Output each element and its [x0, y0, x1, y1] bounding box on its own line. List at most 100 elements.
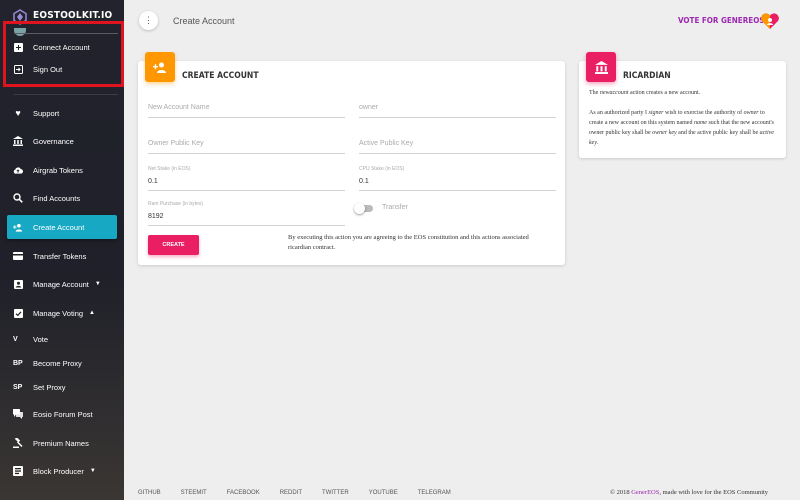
sidebar-item-label: Support	[33, 108, 60, 118]
active-public-key-placeholder: Active Public Key	[359, 140, 414, 147]
abbr-label: BP	[13, 359, 23, 367]
bank-icon	[13, 136, 23, 146]
net-stake-value: 0.1	[148, 178, 158, 185]
sidebar-item-label: Block Producer	[33, 466, 84, 476]
sidebar-item-label: Airgrab Tokens	[33, 165, 83, 175]
card-title: RICARDIAN	[623, 71, 671, 81]
net-stake-field[interactable]: Net Stake (in EOS) 0.1	[148, 166, 345, 191]
sidebar-item-label: Premium Names	[33, 438, 89, 448]
sidebar-item-label: Manage Account	[33, 279, 89, 289]
footer-link-twitter[interactable]: TWITTER	[322, 490, 349, 496]
chevron-down-icon: ▼	[89, 468, 96, 474]
card-title: CREATE ACCOUNT	[182, 71, 259, 81]
text: action creates a new account.	[628, 90, 701, 96]
cpu-stake-field[interactable]: CPU Stake (in EOS) 0.1	[359, 166, 556, 191]
page-title: Create Account	[173, 16, 235, 26]
owner-field[interactable]: owner	[359, 96, 556, 118]
owner-public-key-placeholder: Owner Public Key	[148, 140, 204, 147]
text: and the active public key shall be	[676, 130, 760, 136]
sidebar-item-governance[interactable]: Governance	[7, 129, 117, 153]
sidebar-item-manage-voting[interactable]: Manage Voting ▲	[7, 301, 117, 325]
emphasis: owner key	[652, 130, 677, 136]
heart-logo-icon[interactable]	[760, 12, 780, 30]
cpu-stake-label: CPU Stake (in EOS)	[359, 166, 405, 172]
sidebar-item-find-accounts[interactable]: Find Accounts	[7, 186, 117, 210]
ram-purchase-field[interactable]: Ram Purchase (in bytes) 8192	[148, 201, 345, 226]
net-stake-label: Net Stake (in EOS)	[148, 166, 191, 172]
text: © 2018	[610, 489, 632, 496]
ram-purchase-label: Ram Purchase (in bytes)	[148, 201, 204, 207]
footer-link-facebook[interactable]: FACEBOOK	[227, 490, 260, 496]
transfer-label: Transfer	[382, 204, 408, 211]
footer-link-telegram[interactable]: TELEGRAM	[418, 490, 451, 496]
search-icon	[13, 193, 23, 203]
ricardian-paragraph-1: The newaccount action creates a new acco…	[589, 88, 779, 98]
sidebar-item-set-proxy[interactable]: SP Set Proxy	[7, 375, 117, 399]
sidebar-item-label: Become Proxy	[33, 358, 82, 368]
sidebar-item-label: Eosio Forum Post	[33, 409, 93, 419]
text: , made with love for the EOS Community	[659, 489, 769, 496]
ricardian-card: RICARDIAN The newaccount action creates …	[579, 52, 786, 158]
sidebar-item-manage-account[interactable]: Manage Account ▼	[7, 272, 117, 296]
vote-for-genereos-link[interactable]: VOTE FOR GENEREOS	[678, 16, 765, 25]
person-add-icon	[145, 52, 175, 82]
sidebar-item-become-proxy[interactable]: BP Become Proxy	[7, 351, 117, 375]
sidebar-item-vote[interactable]: V Vote	[7, 327, 117, 351]
active-public-key-field[interactable]: Active Public Key	[359, 132, 556, 154]
genereos-link[interactable]: GenerEOS	[631, 489, 659, 496]
owner-placeholder: owner	[359, 104, 379, 111]
bank-icon	[586, 52, 616, 82]
new-account-name-placeholder: New Account Name	[148, 104, 210, 111]
gavel-icon	[13, 438, 23, 448]
chevron-up-icon: ▲	[89, 310, 95, 316]
server-icon	[13, 466, 23, 476]
person-add-icon	[13, 222, 23, 232]
divider	[14, 94, 118, 95]
sidebar-item-premium-names[interactable]: Premium Names	[7, 431, 117, 455]
sidebar-item-label: Governance	[33, 136, 74, 146]
transfer-toggle[interactable]	[354, 203, 373, 214]
sidebar-item-label: Transfer Tokens	[33, 251, 87, 261]
footer-link-youtube[interactable]: YOUTUBE	[369, 490, 398, 496]
abbr-label: SP	[13, 383, 23, 391]
sidebar-item-transfer-tokens[interactable]: Transfer Tokens	[7, 244, 117, 268]
highlight-box	[3, 21, 124, 87]
sidebar-item-support[interactable]: ♥ Support	[7, 101, 117, 125]
text: .	[597, 140, 599, 146]
emphasis: owner	[743, 110, 759, 116]
emphasis: newaccount	[599, 90, 629, 96]
menu-button[interactable]: ⋮	[139, 11, 158, 30]
sidebar-item-create-account[interactable]: Create Account	[7, 215, 117, 239]
text: As an authorized party I	[589, 110, 649, 116]
sidebar-item-eosio-forum-post[interactable]: Eosio Forum Post	[7, 402, 117, 426]
sidebar-item-label: Set Proxy	[33, 382, 66, 392]
owner-public-key-field[interactable]: Owner Public Key	[148, 132, 345, 154]
create-account-card: CREATE ACCOUNT New Account Name owner Ow…	[138, 52, 565, 265]
cpu-stake-value: 0.1	[359, 178, 369, 185]
footer-link-reddit[interactable]: REDDIT	[280, 490, 302, 496]
heart-icon: ♥	[15, 108, 21, 118]
more-vert-icon: ⋮	[144, 15, 153, 25]
card-icon	[13, 251, 23, 261]
agreement-text: By executing this action you are agreein…	[288, 234, 529, 251]
sidebar-item-block-producer[interactable]: Block Producer ▼	[7, 459, 117, 483]
toggle-knob	[354, 203, 365, 214]
emphasis: name	[693, 120, 707, 126]
footer-link-steemit[interactable]: STEEMIT	[181, 490, 207, 496]
sidebar-item-label: Find Accounts	[33, 193, 81, 203]
sidebar-item-label: Manage Voting	[33, 308, 84, 318]
copyright: © 2018 GenerEOS, made with love for the …	[610, 489, 768, 496]
abbr-label: V	[13, 335, 18, 343]
chevron-down-icon: ▼	[94, 281, 101, 287]
text: wish to exercise the authority of	[663, 110, 744, 116]
ricardian-paragraph-2: As an authorized party I signer wish to …	[589, 108, 779, 148]
sidebar: EOSTOOLKIT.IO Connect Account Sign Out ♥…	[0, 0, 124, 500]
cloud-upload-icon	[13, 165, 23, 175]
footer-links: GITHUB STEEMIT FACEBOOK REDDIT TWITTER Y…	[138, 490, 471, 496]
sidebar-item-label: Vote	[33, 334, 49, 344]
new-account-name-field[interactable]: New Account Name	[148, 96, 345, 118]
sidebar-item-airgrab-tokens[interactable]: Airgrab Tokens	[7, 158, 117, 182]
create-button[interactable]: CREATE	[148, 235, 199, 255]
account-box-icon	[13, 279, 23, 289]
footer-link-github[interactable]: GITHUB	[138, 490, 161, 496]
